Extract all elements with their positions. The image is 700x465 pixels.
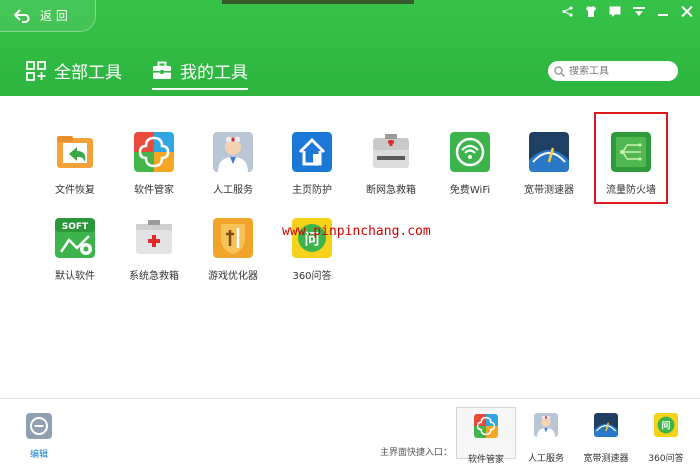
tool-label: 主页防护 — [292, 185, 332, 196]
search-box[interactable] — [548, 61, 678, 81]
qa-icon: 问 — [654, 413, 678, 437]
tab-mine-label: 我的工具 — [180, 63, 248, 83]
tool-free-wifi[interactable]: 免费WiFi — [430, 132, 510, 196]
tool-label: 软件管家 — [134, 185, 174, 196]
top-strip — [222, 0, 414, 4]
tab-all-tools[interactable]: 全部工具 — [26, 58, 122, 83]
tool-label: 免费WiFi — [449, 185, 491, 196]
tool-speedtest[interactable]: 宽带测速器 — [509, 132, 589, 196]
minus-circle-icon — [26, 413, 52, 439]
skin-shirt-icon[interactable] — [584, 4, 598, 18]
edit-label: 编辑 — [29, 450, 48, 460]
tool-label: 宽带测速器 — [524, 185, 574, 196]
close-icon[interactable] — [680, 4, 694, 18]
tool-software-manager[interactable]: 软件管家 — [114, 132, 194, 196]
tool-label: 360问答 — [292, 271, 332, 282]
quick-label: 宽带测速器 — [583, 454, 629, 464]
back-button[interactable]: 返 回 — [0, 0, 96, 32]
human-service-icon — [534, 413, 558, 437]
tool-label: 人工服务 — [213, 185, 253, 196]
software-manager-icon — [134, 132, 174, 172]
quick-software-manager[interactable]: 软件管家 — [456, 407, 516, 465]
tool-label: 游戏优化器 — [208, 271, 258, 282]
tab-my-tools[interactable]: 我的工具 — [152, 58, 248, 90]
tool-label: 断网急救箱 — [366, 185, 416, 196]
network-firstaid-icon — [373, 134, 409, 168]
quick-label: 软件管家 — [467, 455, 504, 465]
minimize-icon[interactable] — [656, 4, 670, 18]
highlight-box — [594, 112, 668, 204]
speedtest-icon — [594, 413, 618, 437]
tool-human-service[interactable]: 人工服务 — [193, 132, 273, 196]
svg-text:问: 问 — [661, 420, 670, 432]
back-label: 返 回 — [40, 9, 68, 23]
back-arrow-icon — [14, 8, 30, 23]
quick-entry-label: 主界面快捷入口： — [380, 448, 453, 458]
game-optimizer-icon — [213, 218, 253, 258]
homepage-protect-icon — [292, 132, 332, 172]
tool-file-restore[interactable]: 文件恢复 — [35, 132, 115, 196]
tool-label: 系统急救箱 — [129, 271, 179, 282]
default-software-icon: SOFT — [55, 218, 95, 258]
tool-game-optimizer[interactable]: 游戏优化器 — [193, 218, 273, 282]
window-controls — [560, 4, 694, 18]
tool-label: 默认软件 — [55, 271, 95, 282]
search-icon — [554, 65, 565, 77]
quick-qa[interactable]: 问 360问答 — [636, 407, 696, 464]
footer-bar: 编辑 主界面快捷入口： 软件管家 人工服务 宽带测速器 问 360问答 — [0, 398, 700, 465]
menu-icon[interactable] — [632, 4, 646, 18]
tool-network-firstaid[interactable]: 断网急救箱 — [351, 132, 431, 196]
edit-button[interactable]: 编辑 — [22, 413, 56, 460]
human-service-icon — [213, 132, 253, 172]
tab-all-label: 全部工具 — [54, 63, 122, 83]
search-input[interactable] — [569, 65, 669, 77]
quick-label: 人工服务 — [527, 454, 564, 464]
header-bar: 返 回 全部工具 我的工具 搜索工具 — [0, 0, 700, 96]
file-restore-icon — [57, 136, 93, 168]
watermark-text: www.pinpinchang.com — [282, 224, 431, 239]
system-firstaid-icon — [136, 220, 172, 254]
wifi-icon — [450, 132, 490, 172]
quick-speedtest[interactable]: 宽带测速器 — [576, 407, 636, 464]
share-icon[interactable] — [560, 4, 574, 18]
message-icon[interactable] — [608, 4, 622, 18]
tool-homepage-protect[interactable]: 主页防护 — [272, 132, 352, 196]
quick-label: 360问答 — [648, 454, 684, 464]
toolbox-icon — [153, 61, 171, 79]
tool-default-software[interactable]: SOFT 默认软件 — [35, 218, 115, 282]
all-tools-grid-icon — [26, 60, 46, 81]
software-manager-icon — [474, 414, 498, 438]
speedtest-icon — [529, 132, 569, 172]
quick-human-service[interactable]: 人工服务 — [516, 407, 576, 464]
svg-text:SOFT: SOFT — [62, 222, 89, 232]
tool-label: 文件恢复 — [55, 185, 95, 196]
tool-system-firstaid[interactable]: 系统急救箱 — [114, 218, 194, 282]
